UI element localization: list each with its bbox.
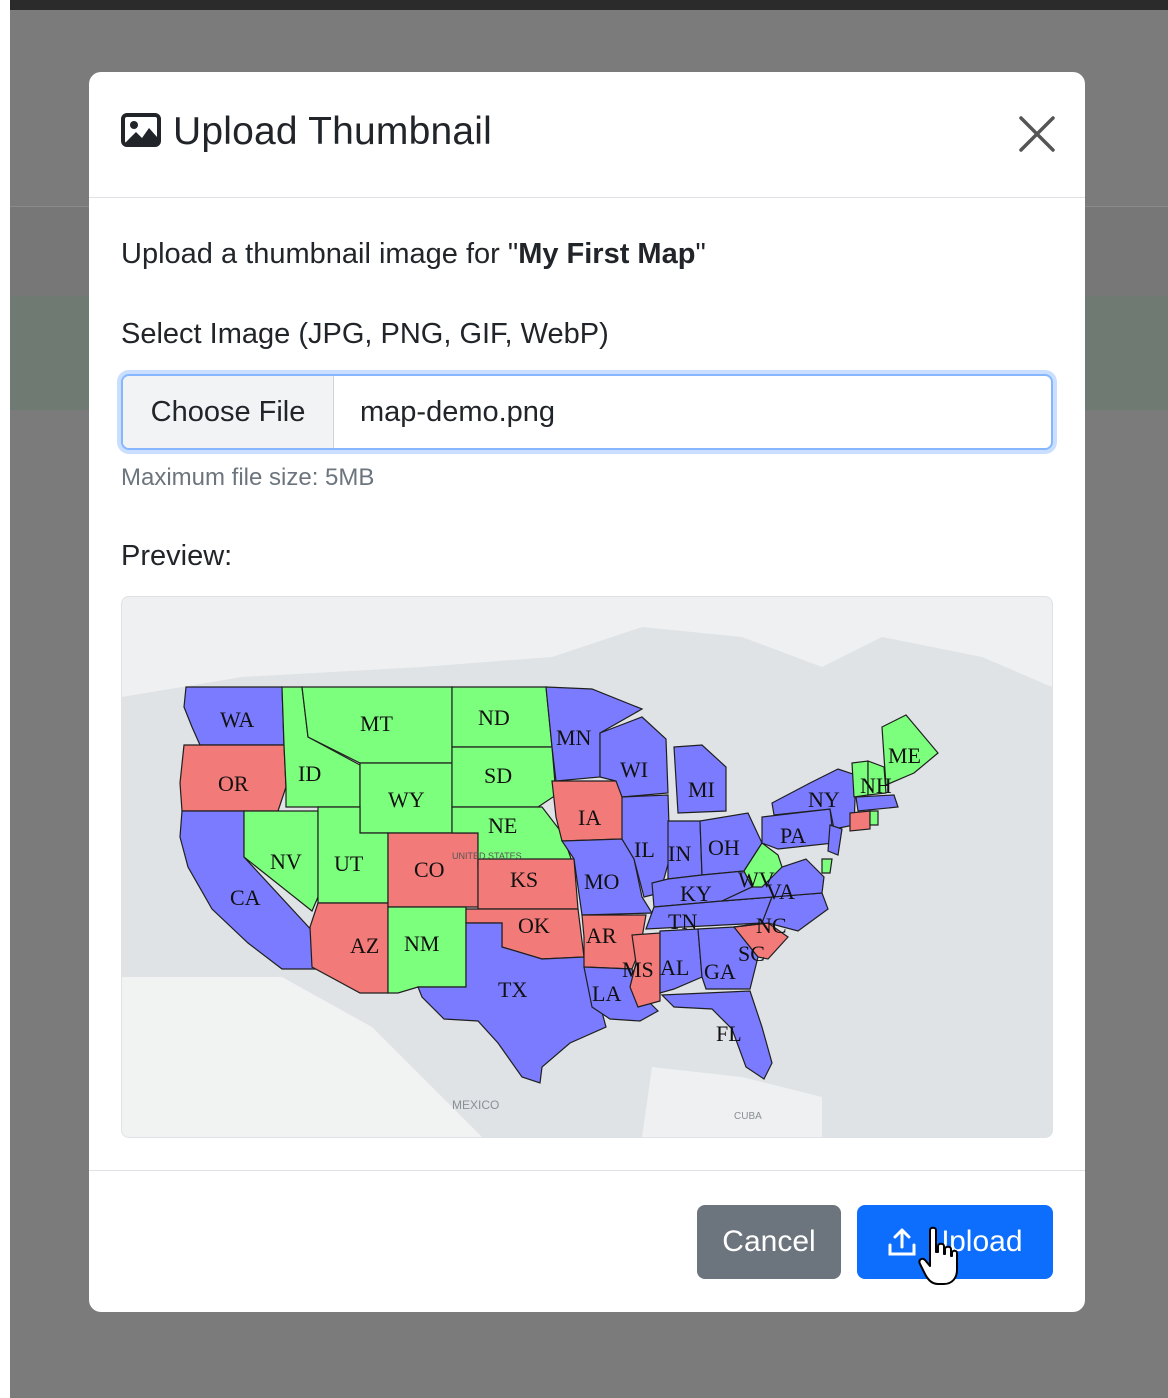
svg-text:CA: CA bbox=[230, 885, 261, 910]
svg-text:OK: OK bbox=[518, 913, 550, 938]
svg-text:WI: WI bbox=[620, 757, 648, 782]
svg-text:IN: IN bbox=[668, 841, 691, 866]
page-top-bar bbox=[0, 0, 1168, 10]
svg-text:ND: ND bbox=[478, 705, 510, 730]
svg-text:ME: ME bbox=[888, 743, 921, 768]
preview-label: Preview: bbox=[121, 540, 233, 572]
svg-text:TN: TN bbox=[668, 909, 697, 934]
modal-title-text: Upload Thumbnail bbox=[173, 110, 493, 153]
svg-text:IA: IA bbox=[578, 805, 601, 830]
hand-cursor-icon bbox=[918, 1226, 958, 1285]
map-name: My First Map bbox=[518, 238, 696, 270]
svg-text:OH: OH bbox=[708, 835, 740, 860]
svg-text:MO: MO bbox=[584, 869, 619, 894]
close-icon bbox=[1019, 116, 1055, 152]
choose-file-button[interactable]: Choose File bbox=[123, 376, 334, 448]
state-de bbox=[821, 858, 833, 874]
svg-text:SD: SD bbox=[484, 763, 512, 788]
svg-text:NV: NV bbox=[270, 849, 302, 874]
svg-text:OR: OR bbox=[218, 771, 249, 796]
svg-text:NC: NC bbox=[756, 913, 787, 938]
svg-text:PA: PA bbox=[780, 823, 806, 848]
preview-map-image: MEXICO CUBA WA OR CA NV ID MT WY UT AZ C… bbox=[122, 597, 1052, 1137]
svg-text:AZ: AZ bbox=[350, 933, 379, 958]
description-suffix: " bbox=[695, 238, 706, 270]
upload-thumbnail-modal: Upload Thumbnail Upload a thumbnail imag… bbox=[89, 72, 1085, 1312]
svg-text:WV: WV bbox=[738, 867, 775, 892]
basemap-label-us: UNITED STATES bbox=[452, 851, 522, 861]
svg-text:NY: NY bbox=[808, 787, 840, 812]
upload-icon bbox=[888, 1228, 916, 1256]
image-preview: MEXICO CUBA WA OR CA NV ID MT WY UT AZ C… bbox=[121, 596, 1053, 1138]
image-icon bbox=[121, 112, 161, 152]
upload-description: Upload a thumbnail image for "My First M… bbox=[121, 238, 706, 271]
svg-text:MI: MI bbox=[688, 777, 715, 802]
svg-text:NE: NE bbox=[488, 813, 517, 838]
svg-text:NM: NM bbox=[404, 931, 439, 956]
basemap-label-mexico: MEXICO bbox=[452, 1098, 499, 1112]
svg-text:KY: KY bbox=[680, 881, 712, 906]
svg-text:IL: IL bbox=[634, 837, 655, 862]
svg-text:FL: FL bbox=[716, 1021, 742, 1046]
svg-text:WA: WA bbox=[220, 707, 254, 732]
svg-text:MS: MS bbox=[622, 957, 654, 982]
basemap-label-cuba: CUBA bbox=[734, 1111, 762, 1122]
cancel-button[interactable]: Cancel bbox=[697, 1205, 841, 1279]
svg-text:MN: MN bbox=[556, 725, 592, 750]
svg-text:WY: WY bbox=[388, 787, 425, 812]
state-ri bbox=[869, 810, 879, 826]
file-size-help: Maximum file size: 5MB bbox=[121, 464, 375, 491]
svg-text:MT: MT bbox=[360, 711, 394, 736]
svg-text:SC: SC bbox=[738, 941, 765, 966]
svg-text:CO: CO bbox=[414, 857, 445, 882]
svg-text:AL: AL bbox=[660, 955, 689, 980]
modal-title: Upload Thumbnail bbox=[121, 110, 492, 154]
svg-text:AR: AR bbox=[586, 923, 617, 948]
svg-text:KS: KS bbox=[510, 867, 538, 892]
select-image-label: Select Image (JPG, PNG, GIF, WebP) bbox=[121, 318, 609, 350]
state-ct bbox=[849, 810, 871, 832]
file-input[interactable]: Choose File map-demo.png bbox=[121, 374, 1053, 450]
selected-file-name: map-demo.png bbox=[360, 396, 556, 428]
description-prefix: Upload a thumbnail image for " bbox=[121, 238, 519, 270]
svg-text:UT: UT bbox=[334, 851, 364, 876]
svg-text:ID: ID bbox=[298, 761, 321, 786]
modal-header: Upload Thumbnail bbox=[89, 72, 1085, 198]
svg-text:NH: NH bbox=[860, 773, 892, 798]
svg-text:TX: TX bbox=[498, 977, 527, 1002]
close-button[interactable] bbox=[1017, 114, 1057, 154]
page-left-edge bbox=[0, 0, 10, 1398]
svg-text:GA: GA bbox=[704, 959, 736, 984]
svg-text:LA: LA bbox=[592, 981, 621, 1006]
